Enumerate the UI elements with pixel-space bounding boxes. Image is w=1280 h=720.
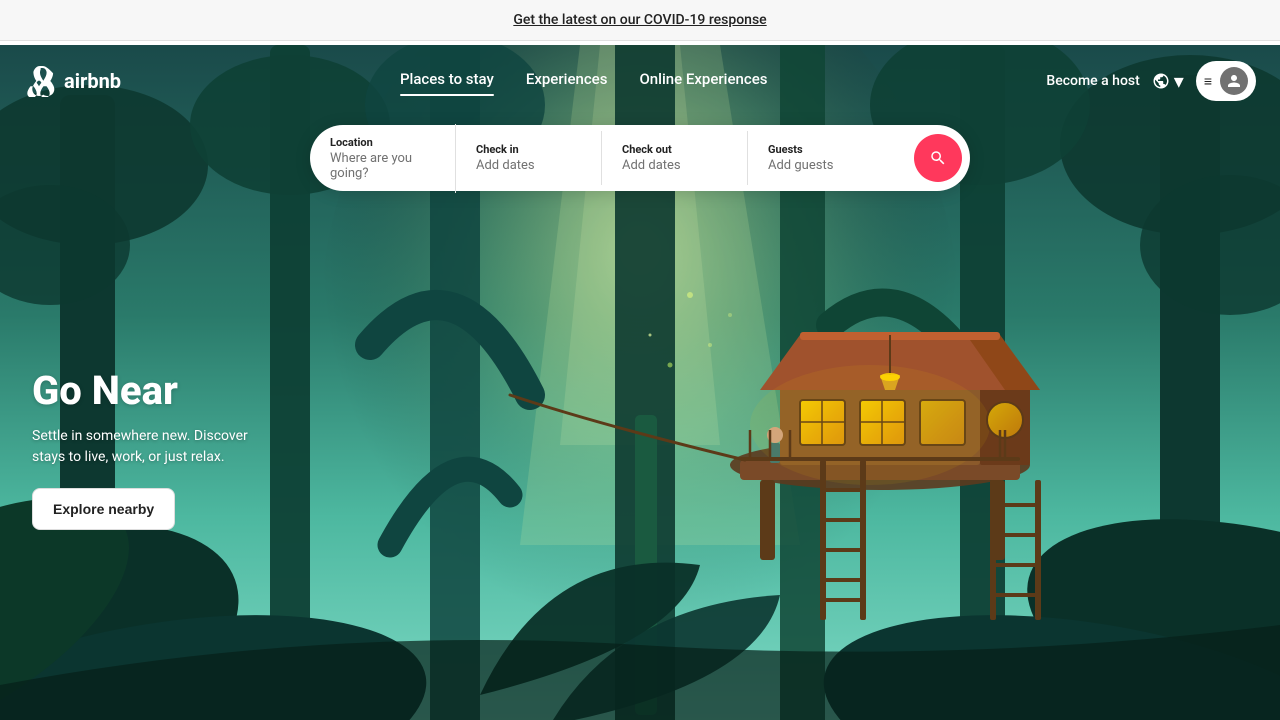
user-menu[interactable]: ≡ xyxy=(1196,61,1256,101)
nav-tabs: Places to stay Experiences Online Experi… xyxy=(400,70,768,92)
location-input[interactable]: Where are you going? xyxy=(330,151,435,181)
hero-title: Go Near xyxy=(32,367,272,414)
tab-online-experiences[interactable]: Online Experiences xyxy=(639,70,767,92)
guests-input[interactable]: Add guests xyxy=(768,158,894,173)
language-selector[interactable]: ▾ xyxy=(1152,69,1184,93)
covid-link[interactable]: Get the latest on our COVID-19 response xyxy=(513,12,766,28)
nav-right: Become a host ▾ ≡ xyxy=(1046,61,1256,101)
logo[interactable]: airbnb xyxy=(24,65,121,97)
hero-content: Go Near Settle in somewhere new. Discove… xyxy=(32,367,272,530)
hamburger-icon: ≡ xyxy=(1204,73,1212,90)
logo-text: airbnb xyxy=(64,69,121,93)
become-host-link[interactable]: Become a host xyxy=(1046,73,1139,89)
hero-subtitle: Settle in somewhere new. Discover stays … xyxy=(32,426,272,468)
chevron-down-icon: ▾ xyxy=(1174,69,1184,93)
covid-banner: Get the latest on our COVID-19 response xyxy=(0,0,1280,41)
location-field[interactable]: Location Where are you going? xyxy=(310,124,456,193)
checkout-input[interactable]: Add dates xyxy=(622,158,727,173)
guests-field[interactable]: Guests Add guests xyxy=(748,131,914,185)
explore-nearby-button[interactable]: Explore nearby xyxy=(32,488,175,530)
tab-places-to-stay[interactable]: Places to stay xyxy=(400,70,494,92)
checkout-field[interactable]: Check out Add dates xyxy=(602,131,748,185)
navbar: airbnb Places to stay Experiences Online… xyxy=(0,45,1280,117)
tab-experiences[interactable]: Experiences xyxy=(526,70,608,92)
location-label: Location xyxy=(330,136,435,149)
avatar xyxy=(1220,67,1248,95)
checkin-label: Check in xyxy=(476,143,581,156)
checkin-input[interactable]: Add dates xyxy=(476,158,581,173)
checkout-label: Check out xyxy=(622,143,727,156)
checkin-field[interactable]: Check in Add dates xyxy=(456,131,602,185)
guests-label: Guests xyxy=(768,143,894,156)
search-bar: Location Where are you going? Check in A… xyxy=(310,125,970,191)
search-button[interactable] xyxy=(914,134,962,182)
